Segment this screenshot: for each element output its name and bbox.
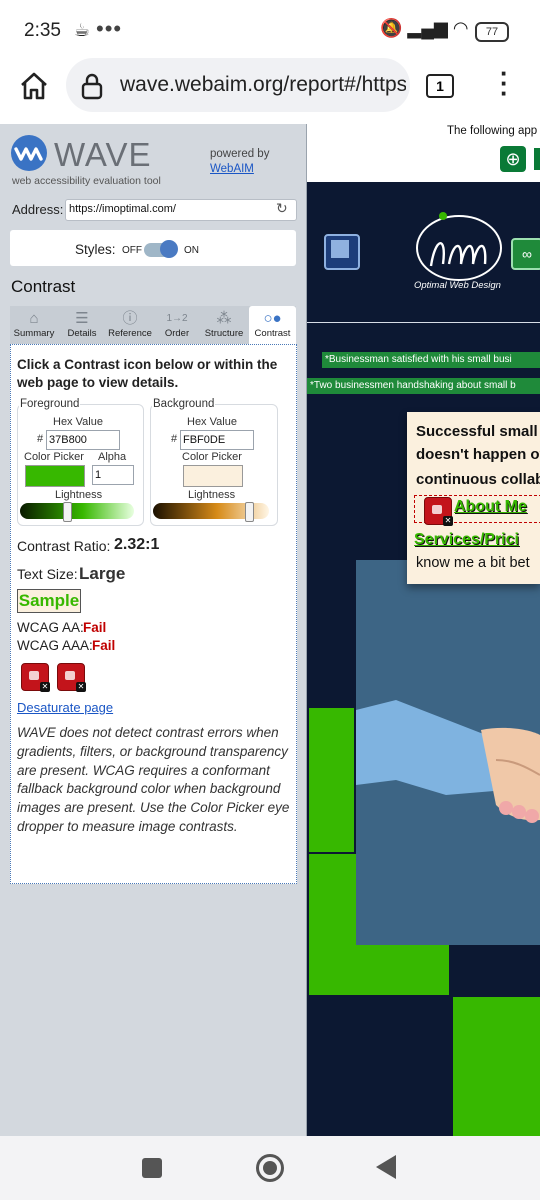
coffee-icon: ☕ [74, 20, 91, 40]
alt-text-label: *Two businessmen handshaking about small… [307, 378, 540, 394]
contrast-sample: Sample [17, 589, 81, 613]
wave-logo-icon [11, 135, 47, 171]
site-logo-text: Optimal Web Design [414, 280, 501, 291]
home-icon: ⌂ [29, 310, 39, 327]
close-icon: ✕ [40, 682, 50, 692]
green-block [453, 997, 540, 1136]
status-time: 2:35 [24, 20, 61, 41]
tab-switcher-button[interactable]: 1 [426, 74, 454, 98]
preview-icon-edge [534, 148, 540, 170]
alt-text-label: *Businessman satisfied with his small bu… [322, 352, 540, 368]
powered-by-label: powered by [210, 148, 270, 160]
wcag-aaa-label: WCAG AAA: [17, 638, 93, 653]
tab-reference[interactable]: ⓘ Reference [105, 306, 155, 344]
browser-menu-icon[interactable]: · · · [500, 60, 509, 106]
background-picker-label: Color Picker [182, 451, 242, 463]
contrast-ratio-value: 2.32:1 [114, 536, 160, 553]
wave-tagline: web accessibility evaluation tool [12, 175, 161, 187]
wave-brand: WAVE [54, 136, 152, 173]
desaturate-link[interactable]: Desaturate page [17, 700, 113, 715]
address-label: Address: [12, 202, 64, 217]
preview-notice-text: The following app [447, 125, 538, 137]
more-notifications-icon: ••• [96, 16, 123, 41]
foreground-hex-input[interactable]: 37B800 [46, 430, 120, 450]
text-size-value: Large [79, 564, 126, 583]
close-icon: ✕ [76, 682, 86, 692]
styles-toggle-knob[interactable] [160, 240, 178, 258]
styles-off-label: OFF [122, 245, 142, 256]
tab-label: Reference [108, 328, 152, 339]
tab-structure[interactable]: ⁂ Structure [200, 306, 248, 344]
contrast-icon: ○● [263, 310, 282, 327]
hash-label: # [171, 433, 178, 445]
url-text[interactable]: wave.webaim.org/report#/https [120, 73, 406, 97]
styles-label: Styles: [75, 242, 116, 257]
background-lightness-label: Lightness [188, 489, 236, 501]
wcag-aaa-result: Fail [92, 638, 116, 653]
foreground-color-picker[interactable] [25, 465, 85, 487]
home-button[interactable] [256, 1154, 284, 1182]
foreground-picker-label: Color Picker [24, 451, 84, 463]
tab-label: Details [67, 328, 97, 339]
background-hex-input[interactable]: FBF0DE [180, 430, 254, 450]
tab-label: Order [164, 328, 190, 339]
alpha-input[interactable]: 1 [92, 465, 134, 485]
background-lightness-handle[interactable] [245, 502, 254, 522]
tab-label: Structure [204, 328, 244, 339]
link-icon[interactable]: ∞ [511, 238, 540, 270]
tab-label: Contrast [254, 328, 291, 339]
about-me-link[interactable]: About Me [454, 498, 527, 516]
text-size-label: Text Size: [17, 566, 78, 582]
back-button[interactable] [376, 1155, 396, 1179]
tab-summary[interactable]: ⌂ Summary [10, 306, 58, 344]
contrast-instructions: Click a Contrast icon below or within th… [17, 357, 278, 390]
structure-icon: ⁂ [216, 310, 232, 327]
recent-apps-button[interactable] [142, 1158, 162, 1178]
order-icon: 1→2 [166, 313, 188, 324]
intro-text-line: continuous collab [416, 471, 540, 488]
wave-structure-icon-inner [331, 240, 349, 258]
refresh-icon[interactable]: ↻ [276, 200, 288, 217]
home-icon[interactable] [18, 70, 50, 102]
contrast-note: WAVE does not detect contrast errors whe… [17, 725, 290, 834]
lock-icon [81, 73, 103, 100]
address-value[interactable]: https://imoptimal.com/ [69, 203, 176, 215]
foreground-lightness-handle[interactable] [63, 502, 72, 522]
background-hex-label: Hex Value [187, 416, 237, 428]
tab-details[interactable]: ☰ Details [60, 306, 104, 344]
styles-on-label: ON [184, 245, 199, 256]
tab-label: Summary [13, 328, 55, 339]
intro-text-line: Successful small [416, 423, 538, 440]
foreground-lightness-slider[interactable] [20, 503, 134, 519]
hash-label: # [37, 433, 44, 445]
tab-contrast[interactable]: ○● Contrast [249, 306, 296, 344]
green-block [309, 708, 354, 852]
services-link[interactable]: Services/Prici [414, 531, 519, 549]
background-color-picker[interactable] [183, 465, 243, 487]
globe-icon[interactable]: ⊕ [500, 146, 526, 172]
battery-icon: 77 [475, 22, 509, 42]
handshake-illustration [356, 700, 540, 823]
section-title: Contrast [11, 277, 76, 296]
background-legend: Background [152, 398, 216, 410]
tab-order[interactable]: 1→2 Order [158, 306, 196, 344]
wcag-aa-result: Fail [83, 620, 107, 635]
wcag-aa-label: WCAG AA: [17, 620, 84, 635]
close-icon: ✕ [443, 516, 453, 526]
foreground-hex-label: Hex Value [53, 416, 103, 428]
foreground-legend: Foreground [19, 398, 81, 410]
foreground-lightness-label: Lightness [55, 489, 103, 501]
webaim-link[interactable]: WebAIM [210, 163, 254, 175]
contrast-ratio-label: Contrast Ratio: [17, 538, 111, 554]
signal-wifi-icons: 🔕 ▂▄▆ ◠ [380, 18, 469, 38]
intro-text-line: know me a bit bet [416, 555, 530, 571]
list-icon: ☰ [75, 310, 89, 327]
info-icon: ⓘ [122, 310, 138, 327]
intro-text-line: doesn't happen ov [416, 446, 540, 463]
alpha-label: Alpha [98, 451, 127, 463]
